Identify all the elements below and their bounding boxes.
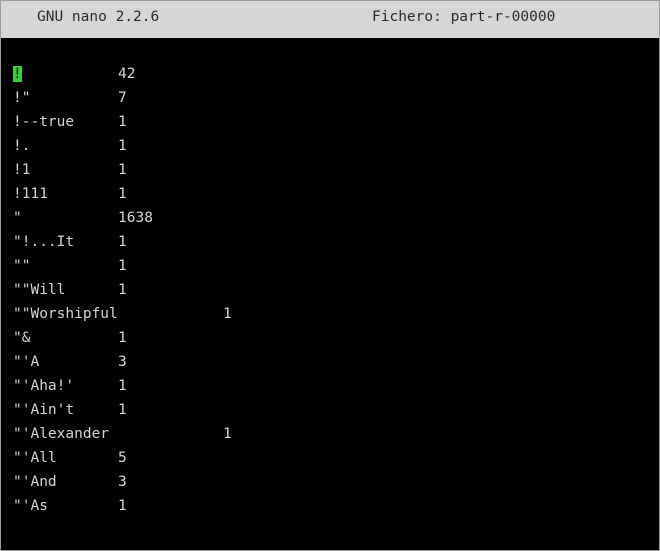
- line-count: 1: [118, 282, 127, 298]
- line-count: 3: [118, 474, 127, 490]
- text-line: !. 1: [13, 134, 659, 158]
- text-line: ! 42: [13, 62, 659, 86]
- text-cursor: !: [13, 66, 22, 82]
- line-count: 1638: [118, 210, 153, 226]
- text-line: " 1638: [13, 206, 659, 230]
- line-word: "'Ain't: [13, 402, 75, 418]
- text-line: "'A 3: [13, 350, 659, 374]
- line-word: ""Will: [13, 282, 66, 298]
- text-line: "'All 5: [13, 446, 659, 470]
- line-count: 1: [118, 114, 127, 130]
- line-word: "'Alexander: [13, 426, 110, 442]
- line-word: "'A: [13, 354, 40, 370]
- text-line: !1 1: [13, 158, 659, 182]
- line-word: !.: [13, 138, 31, 154]
- line-count: 1: [118, 378, 127, 394]
- text-line: "'Ain't 1: [13, 398, 659, 422]
- nano-terminal-window[interactable]: GNU nano 2.2.6 Fichero: part-r-00000 ! 42…: [0, 0, 660, 551]
- text-line: "!...It 1: [13, 230, 659, 254]
- line-word: ": [13, 210, 22, 226]
- line-word: "&: [13, 330, 31, 346]
- line-count: 1: [118, 330, 127, 346]
- file-name-label: Fichero: part-r-00000: [372, 9, 556, 25]
- line-count: 42: [118, 66, 136, 82]
- text-line: "'Aha!' 1: [13, 374, 659, 398]
- text-line: "'And 3: [13, 470, 659, 494]
- text-line: "'As 1: [13, 494, 659, 518]
- line-count: 1: [118, 498, 127, 514]
- line-count: 1: [118, 234, 127, 250]
- line-word: "!...It: [13, 234, 75, 250]
- text-line: "" 1: [13, 254, 659, 278]
- line-word: "": [13, 258, 31, 274]
- line-count: 1: [118, 138, 127, 154]
- line-word: "'All: [13, 450, 57, 466]
- text-line: !--true 1: [13, 110, 659, 134]
- line-count: 7: [118, 90, 127, 106]
- line-word: ""Worshipful: [13, 306, 118, 322]
- line-count: 1: [118, 162, 127, 178]
- line-word: !1: [13, 162, 31, 178]
- file-content-area[interactable]: ! 42 !" 7 !--true 1!. 1 !1 1 !111 1 " 1638 "!...It 1 ""…: [13, 62, 659, 518]
- line-word: !111: [13, 186, 48, 202]
- line-count: 1: [118, 258, 127, 274]
- nano-title-bar: GNU nano 2.2.6 Fichero: part-r-00000: [1, 1, 659, 38]
- line-word: !--true: [13, 114, 75, 130]
- text-line: ""Worshipful 1: [13, 302, 659, 326]
- app-version-label: GNU nano 2.2.6: [37, 9, 160, 25]
- text-line: !111 1: [13, 182, 659, 206]
- line-word: !": [13, 90, 31, 106]
- text-line: ""Will 1: [13, 278, 659, 302]
- line-count: 1: [223, 306, 232, 322]
- line-word: "'As: [13, 498, 48, 514]
- line-word: "'Aha!': [13, 378, 75, 394]
- line-count: 1: [118, 402, 127, 418]
- text-line: "'Alexander 1: [13, 422, 659, 446]
- text-line: "& 1: [13, 326, 659, 350]
- line-word: "'And: [13, 474, 57, 490]
- line-count: 5: [118, 450, 127, 466]
- line-word: !: [13, 62, 22, 86]
- line-count: 1: [223, 426, 232, 442]
- text-line: !" 7: [13, 86, 659, 110]
- line-count: 3: [118, 354, 127, 370]
- line-count: 1: [118, 186, 127, 202]
